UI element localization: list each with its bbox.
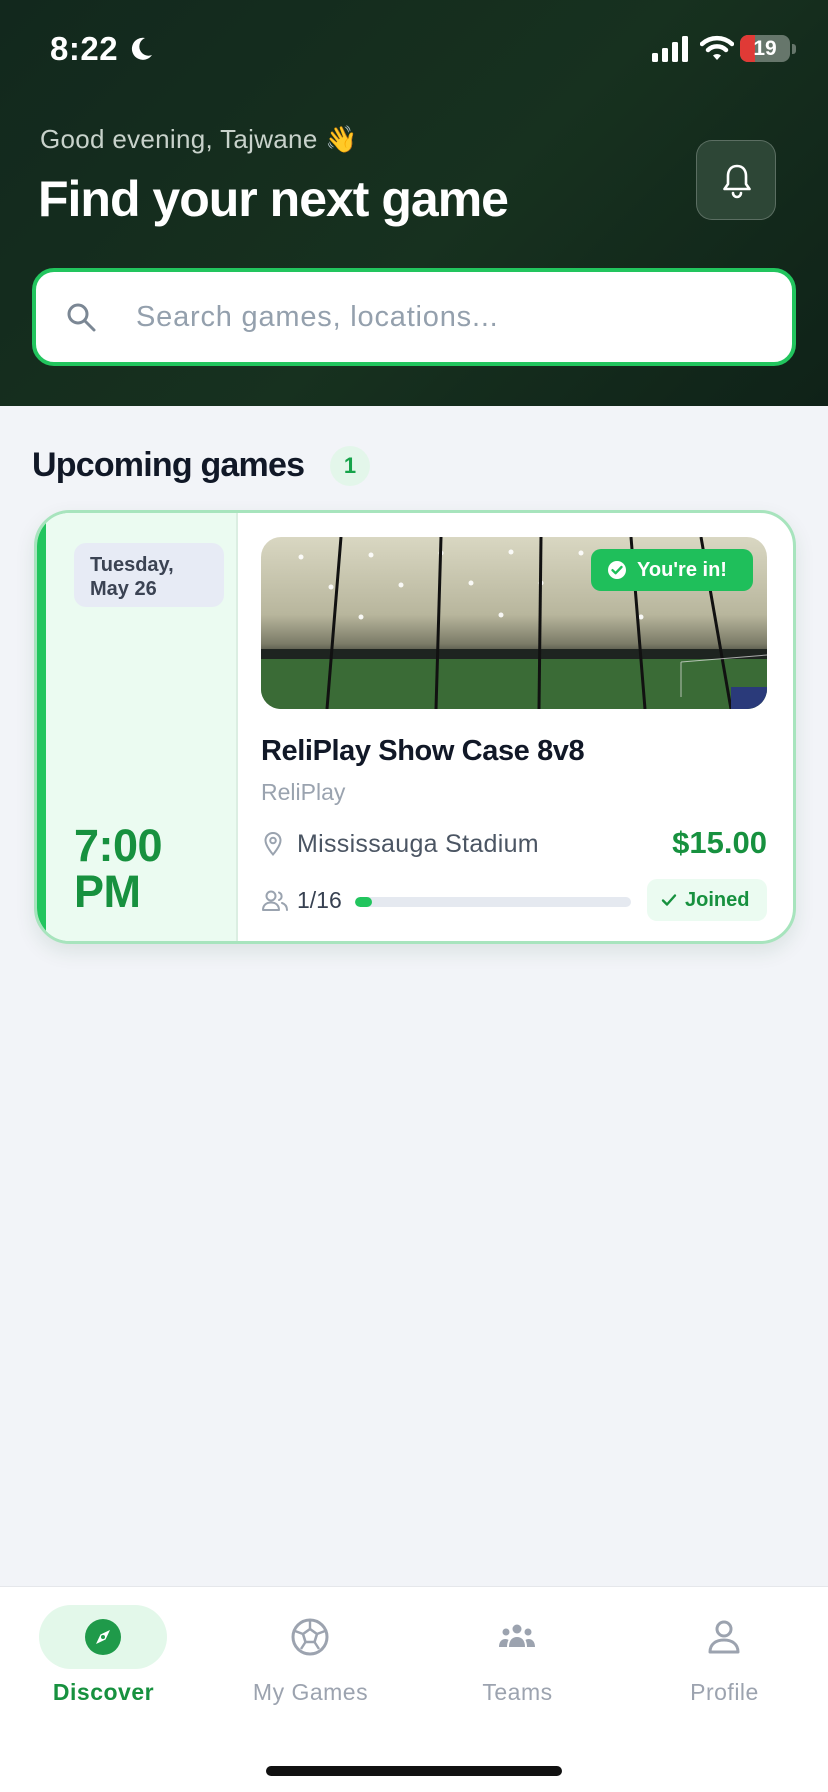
location-pin-icon (264, 831, 282, 857)
youre-in-label: You're in! (637, 559, 727, 581)
players-progress-fill (355, 897, 373, 907)
status-time: 8:22 (50, 30, 119, 67)
game-time-meridiem: PM (74, 866, 141, 917)
game-time: 7:00 PM (74, 820, 163, 917)
game-time-hour: 7:00 (74, 820, 163, 871)
battery-cap (792, 44, 796, 54)
bottom-tab-bar: Discover My Games Teams Profile (0, 1586, 828, 1792)
game-price: $15.00 (672, 825, 767, 860)
home-indicator (266, 1766, 562, 1776)
game-day: Tuesday, (90, 554, 174, 576)
check-circle-icon (608, 561, 626, 579)
game-title: ReliPlay Show Case 8v8 (261, 735, 585, 767)
tab-label: My Games (252, 1679, 369, 1705)
notifications-button[interactable] (696, 140, 776, 220)
upcoming-count-badge: 1 (330, 446, 370, 486)
game-organizer: ReliPlay (261, 779, 346, 805)
cellular-signal-icon (652, 36, 688, 62)
youre-in-badge: You're in! (591, 549, 753, 591)
card-date-panel: Tuesday, May 26 7:00 PM (46, 513, 238, 941)
tab-profile[interactable]: Profile (621, 1587, 828, 1737)
tab-teams[interactable]: Teams (414, 1587, 621, 1737)
search-bar[interactable] (32, 268, 796, 366)
tab-label: Teams (482, 1679, 553, 1705)
tab-label: Profile (690, 1679, 759, 1705)
battery-indicator: 19 (740, 35, 790, 62)
checkmark-icon (661, 894, 677, 906)
tab-label: Discover (52, 1679, 155, 1705)
greeting-text: Good evening, Tajwane 👋 (40, 124, 358, 154)
page-title: Find your next game (38, 171, 509, 227)
tab-discover[interactable]: Discover (0, 1587, 207, 1737)
wifi-icon (700, 35, 734, 60)
compass-icon (85, 1619, 121, 1655)
battery-percent: 19 (753, 37, 777, 60)
person-icon (708, 1620, 740, 1654)
search-icon (67, 303, 96, 332)
game-card[interactable]: Tuesday, May 26 7:00 PM You're in! ReliP… (34, 510, 796, 944)
players-icon (262, 890, 288, 911)
joined-badge: Joined (647, 879, 767, 921)
soccer-ball-icon (291, 1618, 329, 1656)
people-group-icon (499, 1624, 535, 1647)
game-date: May 26 (90, 578, 157, 600)
section-title-upcoming: Upcoming games (32, 446, 305, 484)
moon-icon (131, 37, 152, 60)
header: 8:22 19 Good evening, Tajwane 👋 Find you… (0, 0, 828, 406)
date-chip: Tuesday, May 26 (74, 543, 224, 607)
status-bar: 8:22 19 (0, 0, 828, 100)
players-progress-bar (355, 897, 631, 907)
game-location: Mississauga Stadium (297, 830, 539, 858)
card-accent-bar (37, 513, 46, 941)
joined-label: Joined (685, 889, 750, 911)
players-count: 1/16 (297, 887, 342, 913)
bell-icon (723, 164, 751, 199)
search-input[interactable] (136, 292, 756, 342)
tab-my-games[interactable]: My Games (207, 1587, 414, 1737)
